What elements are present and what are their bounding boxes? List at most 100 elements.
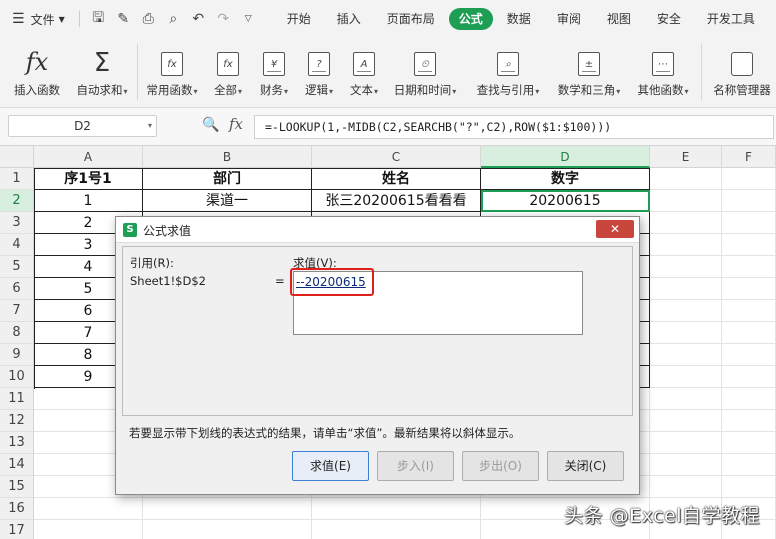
table-cell[interactable] bbox=[722, 168, 776, 190]
row-header[interactable]: 14 bbox=[0, 454, 34, 476]
row-header[interactable]: 1 bbox=[0, 168, 34, 190]
name-box[interactable]: D2 ▾ bbox=[8, 115, 157, 137]
row-header[interactable]: 3 bbox=[0, 212, 34, 234]
lookup-functions-button[interactable]: ⌕ 查找与引用▾ bbox=[470, 38, 546, 104]
table-cell[interactable] bbox=[34, 498, 143, 520]
row-header[interactable]: 10 bbox=[0, 366, 34, 388]
math-functions-button[interactable]: ± 数学和三角▾ bbox=[552, 38, 626, 104]
table-cell[interactable] bbox=[650, 454, 722, 476]
column-header-a[interactable]: A bbox=[34, 146, 143, 168]
insert-function-button[interactable]: fx 插入函数 bbox=[8, 38, 66, 104]
table-cell[interactable] bbox=[650, 300, 722, 322]
table-cell[interactable] bbox=[722, 322, 776, 344]
table-cell[interactable] bbox=[650, 234, 722, 256]
formula-input[interactable]: =-LOOKUP(1,-MIDB(C2,SEARCHB("?",C2),ROW(… bbox=[254, 115, 774, 139]
row-header[interactable]: 2 bbox=[0, 190, 34, 212]
table-cell[interactable]: 序1号1 bbox=[34, 168, 143, 190]
evaluate-button[interactable]: 求值(E) bbox=[292, 451, 369, 481]
row-header[interactable]: 13 bbox=[0, 432, 34, 454]
table-cell[interactable] bbox=[722, 300, 776, 322]
print-preview-icon[interactable]: ⌕ bbox=[161, 11, 186, 27]
table-cell[interactable] bbox=[650, 410, 722, 432]
tab-view[interactable]: 视图 bbox=[595, 8, 643, 30]
step-in-button[interactable]: 步入(I) bbox=[377, 451, 454, 481]
table-cell[interactable] bbox=[650, 278, 722, 300]
row-header[interactable]: 5 bbox=[0, 256, 34, 278]
tab-page-layout[interactable]: 页面布局 bbox=[375, 8, 447, 30]
table-cell[interactable] bbox=[650, 256, 722, 278]
row-header[interactable]: 16 bbox=[0, 498, 34, 520]
table-cell[interactable] bbox=[650, 322, 722, 344]
row-header[interactable]: 6 bbox=[0, 278, 34, 300]
row-header[interactable]: 4 bbox=[0, 234, 34, 256]
table-cell[interactable] bbox=[650, 168, 722, 190]
common-functions-button[interactable]: fx 常用函数▾ bbox=[141, 38, 203, 104]
table-cell[interactable]: 张三20200615看看看 bbox=[312, 190, 481, 212]
close-icon[interactable]: ✕ bbox=[596, 220, 634, 238]
table-cell[interactable]: 20200615 bbox=[481, 190, 650, 212]
undo-icon[interactable]: ↶ bbox=[186, 11, 211, 27]
row-header[interactable]: 9 bbox=[0, 344, 34, 366]
tab-security[interactable]: 安全 bbox=[645, 8, 693, 30]
table-cell[interactable] bbox=[722, 454, 776, 476]
name-manager-button[interactable]: 名称管理器 bbox=[708, 38, 776, 104]
table-cell[interactable] bbox=[722, 476, 776, 498]
datetime-functions-button[interactable]: ⏲ 日期和时间▾ bbox=[389, 38, 461, 104]
tab-formulas[interactable]: 公式 bbox=[448, 8, 493, 30]
all-functions-button[interactable]: fx 全部▾ bbox=[208, 38, 248, 104]
table-cell[interactable] bbox=[722, 190, 776, 212]
column-header-e[interactable]: E bbox=[650, 146, 722, 168]
table-cell[interactable] bbox=[650, 432, 722, 454]
tab-developer[interactable]: 开发工具 bbox=[695, 8, 767, 30]
table-cell[interactable]: 部门 bbox=[143, 168, 312, 190]
tab-insert[interactable]: 插入 bbox=[325, 8, 373, 30]
select-all-corner[interactable] bbox=[0, 146, 34, 168]
table-cell[interactable] bbox=[650, 212, 722, 234]
table-cell[interactable] bbox=[722, 234, 776, 256]
table-cell[interactable] bbox=[650, 366, 722, 388]
brush-icon[interactable]: ✎ bbox=[111, 11, 136, 27]
table-cell[interactable] bbox=[34, 520, 143, 539]
column-header-c[interactable]: C bbox=[312, 146, 481, 168]
table-cell[interactable] bbox=[722, 344, 776, 366]
table-cell[interactable] bbox=[722, 410, 776, 432]
row-header[interactable]: 12 bbox=[0, 410, 34, 432]
tab-home[interactable]: 开始 bbox=[275, 8, 323, 30]
table-cell[interactable] bbox=[650, 476, 722, 498]
table-cell[interactable] bbox=[650, 190, 722, 212]
customize-dropdown-icon[interactable]: ▽ bbox=[236, 14, 261, 24]
table-cell[interactable] bbox=[143, 520, 312, 539]
table-cell[interactable] bbox=[722, 366, 776, 388]
tab-review[interactable]: 审阅 bbox=[545, 8, 593, 30]
row-header[interactable]: 7 bbox=[0, 300, 34, 322]
close-button[interactable]: 关闭(C) bbox=[547, 451, 624, 481]
step-out-button[interactable]: 步出(O) bbox=[462, 451, 539, 481]
column-header-d[interactable]: D bbox=[481, 146, 650, 168]
table-cell[interactable]: 渠道一 bbox=[143, 190, 312, 212]
file-menu[interactable]: ☰ 文件 ▼ bbox=[0, 11, 73, 28]
column-header-b[interactable]: B bbox=[143, 146, 312, 168]
table-cell[interactable]: 姓名 bbox=[312, 168, 481, 190]
table-cell[interactable]: 1 bbox=[34, 190, 143, 212]
row-header[interactable]: 17 bbox=[0, 520, 34, 539]
text-functions-button[interactable]: A 文本▾ bbox=[344, 38, 384, 104]
table-cell[interactable] bbox=[722, 256, 776, 278]
redo-icon[interactable]: ↷ bbox=[211, 11, 236, 27]
table-cell[interactable] bbox=[312, 520, 481, 539]
autosum-button[interactable]: Σ 自动求和▾ bbox=[72, 38, 132, 104]
other-functions-button[interactable]: ⋯ 其他函数▾ bbox=[632, 38, 694, 104]
chevron-down-icon[interactable]: ▾ bbox=[148, 116, 152, 136]
zoom-search-icon[interactable]: 🔍 bbox=[202, 117, 219, 133]
table-cell[interactable] bbox=[650, 388, 722, 410]
logic-functions-button[interactable]: ? 逻辑▾ bbox=[299, 38, 339, 104]
row-header[interactable]: 15 bbox=[0, 476, 34, 498]
fx-icon[interactable]: fx bbox=[229, 115, 243, 133]
table-cell[interactable] bbox=[722, 432, 776, 454]
column-header-f[interactable]: F bbox=[722, 146, 776, 168]
tab-data[interactable]: 数据 bbox=[495, 8, 543, 30]
table-cell[interactable]: 数字 bbox=[481, 168, 650, 190]
table-cell[interactable] bbox=[650, 344, 722, 366]
print-icon[interactable]: ⎙ bbox=[136, 11, 161, 27]
row-header[interactable]: 11 bbox=[0, 388, 34, 410]
table-cell[interactable] bbox=[722, 278, 776, 300]
